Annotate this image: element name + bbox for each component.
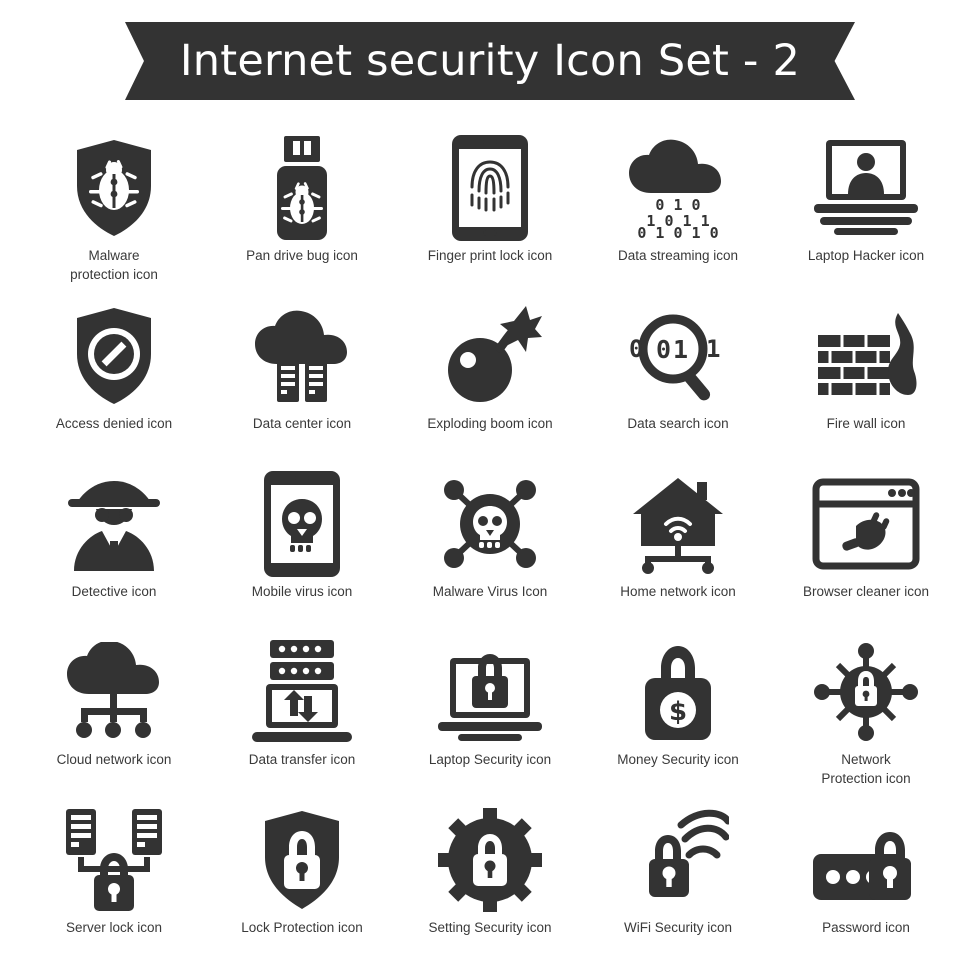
data-streaming-icon: 0 1 0 1 0 1 1 0 1 0 1 0 bbox=[618, 132, 738, 244]
finger-print-lock-icon bbox=[430, 132, 550, 244]
network-protection-icon bbox=[806, 636, 926, 748]
browser-cleaner-icon bbox=[806, 468, 926, 580]
icon-cell-wifi-security[interactable]: WiFi Security icon bbox=[584, 804, 772, 964]
icon-caption: Data search icon bbox=[627, 416, 729, 431]
icon-cell-laptop-hacker[interactable]: Laptop Hacker icon bbox=[772, 132, 960, 292]
icon-caption: Malware protection icon bbox=[39, 246, 189, 284]
svg-text:1: 1 bbox=[706, 335, 720, 363]
icon-caption: Browser cleaner icon bbox=[802, 584, 930, 599]
wifi-security-icon bbox=[618, 804, 738, 916]
icon-caption: Fire wall icon bbox=[826, 416, 906, 431]
icon-set-page: Internet security Icon Set - 2 Malware p… bbox=[0, 0, 980, 980]
icon-caption: Network Protection icon bbox=[791, 750, 941, 788]
caption-line-2: protection icon bbox=[70, 267, 158, 282]
icon-cell-data-transfer[interactable]: Data transfer icon bbox=[208, 636, 396, 796]
caption-line-1: Network bbox=[841, 752, 891, 767]
icon-cell-malware-protection[interactable]: Malware protection icon bbox=[20, 132, 208, 292]
server-lock-icon bbox=[54, 804, 174, 916]
icon-cell-detective[interactable]: Detective icon bbox=[20, 468, 208, 628]
svg-text:0: 0 bbox=[656, 335, 671, 364]
password-icon bbox=[806, 804, 926, 916]
icon-caption: Access denied icon bbox=[55, 416, 173, 431]
malware-protection-icon bbox=[54, 132, 174, 244]
detective-icon bbox=[54, 468, 174, 580]
cloud-network-icon bbox=[54, 636, 174, 748]
fire-wall-icon bbox=[806, 300, 926, 412]
icon-cell-browser-cleaner[interactable]: Browser cleaner icon bbox=[772, 468, 960, 628]
icon-caption: Cloud network icon bbox=[56, 752, 172, 767]
icon-cell-data-center[interactable]: Data center icon bbox=[208, 300, 396, 460]
exploding-boom-icon bbox=[430, 300, 550, 412]
icon-caption: Laptop Hacker icon bbox=[807, 248, 925, 263]
banner-container: Internet security Icon Set - 2 bbox=[0, 22, 980, 100]
icon-cell-cloud-network[interactable]: Cloud network icon bbox=[20, 636, 208, 796]
data-center-icon bbox=[242, 300, 362, 412]
icon-cell-fire-wall[interactable]: Fire wall icon bbox=[772, 300, 960, 460]
icon-caption: Data center icon bbox=[252, 416, 352, 431]
setting-security-icon bbox=[430, 804, 550, 916]
svg-text:1: 1 bbox=[673, 335, 688, 364]
laptop-security-icon bbox=[430, 636, 550, 748]
data-transfer-icon bbox=[242, 636, 362, 748]
lock-protection-icon bbox=[242, 804, 362, 916]
icon-cell-password[interactable]: Password icon bbox=[772, 804, 960, 964]
laptop-hacker-icon bbox=[806, 132, 926, 244]
icon-cell-data-streaming[interactable]: 0 1 0 1 0 1 1 0 1 0 1 0 Data streaming i… bbox=[584, 132, 772, 292]
icon-caption: Detective icon bbox=[71, 584, 157, 599]
access-denied-icon bbox=[54, 300, 174, 412]
money-security-icon: $ bbox=[618, 636, 738, 748]
icon-cell-pan-drive-bug[interactable]: Pan drive bug icon bbox=[208, 132, 396, 292]
icon-caption: Mobile virus icon bbox=[251, 584, 353, 599]
title-banner: Internet security Icon Set - 2 bbox=[125, 22, 855, 100]
icon-cell-setting-security[interactable]: Setting Security icon bbox=[396, 804, 584, 964]
icon-caption: Data transfer icon bbox=[248, 752, 356, 767]
icon-grid: Malware protection icon Pan drive bug ic… bbox=[20, 132, 960, 964]
icon-caption: Finger print lock icon bbox=[427, 248, 553, 263]
icon-cell-access-denied[interactable]: Access denied icon bbox=[20, 300, 208, 460]
icon-caption: WiFi Security icon bbox=[623, 920, 733, 935]
stream-digits-line-3: 0 1 0 1 0 bbox=[637, 224, 718, 238]
icon-caption: Lock Protection icon bbox=[241, 920, 363, 935]
mobile-virus-icon bbox=[242, 468, 362, 580]
icon-cell-data-search[interactable]: 0 0 1 1 Data search icon bbox=[584, 300, 772, 460]
icon-caption: Exploding boom icon bbox=[427, 416, 553, 431]
icon-caption: Server lock icon bbox=[65, 920, 163, 935]
pan-drive-bug-icon bbox=[242, 132, 362, 244]
icon-cell-finger-print-lock[interactable]: Finger print lock icon bbox=[396, 132, 584, 292]
icon-caption: Money Security icon bbox=[617, 752, 739, 767]
icon-cell-home-network[interactable]: Home network icon bbox=[584, 468, 772, 628]
icon-caption: Password icon bbox=[822, 920, 910, 935]
icon-caption: Setting Security icon bbox=[428, 920, 552, 935]
icon-caption: Malware Virus Icon bbox=[432, 584, 548, 599]
data-search-icon: 0 0 1 1 bbox=[618, 300, 738, 412]
page-title: Internet security Icon Set - 2 bbox=[179, 36, 801, 86]
icon-cell-laptop-security[interactable]: Laptop Security icon bbox=[396, 636, 584, 796]
home-network-icon bbox=[618, 468, 738, 580]
icon-caption: Laptop Security icon bbox=[428, 752, 552, 767]
icon-caption: Pan drive bug icon bbox=[246, 248, 358, 263]
icon-cell-lock-protection[interactable]: Lock Protection icon bbox=[208, 804, 396, 964]
icon-caption: Data streaming icon bbox=[617, 248, 739, 263]
icon-cell-money-security[interactable]: $ Money Security icon bbox=[584, 636, 772, 796]
icon-caption: Home network icon bbox=[620, 584, 736, 599]
caption-line-1: Malware bbox=[88, 248, 140, 263]
icon-cell-malware-virus[interactable]: Malware Virus Icon bbox=[396, 468, 584, 628]
icon-cell-server-lock[interactable]: Server lock icon bbox=[20, 804, 208, 964]
icon-cell-mobile-virus[interactable]: Mobile virus icon bbox=[208, 468, 396, 628]
caption-line-2: Protection icon bbox=[821, 771, 911, 786]
svg-text:$: $ bbox=[669, 697, 687, 727]
malware-virus-icon bbox=[430, 468, 550, 580]
icon-cell-exploding-boom[interactable]: Exploding boom icon bbox=[396, 300, 584, 460]
icon-cell-network-protection[interactable]: Network Protection icon bbox=[772, 636, 960, 796]
search-digit-0: 0 bbox=[629, 335, 643, 363]
